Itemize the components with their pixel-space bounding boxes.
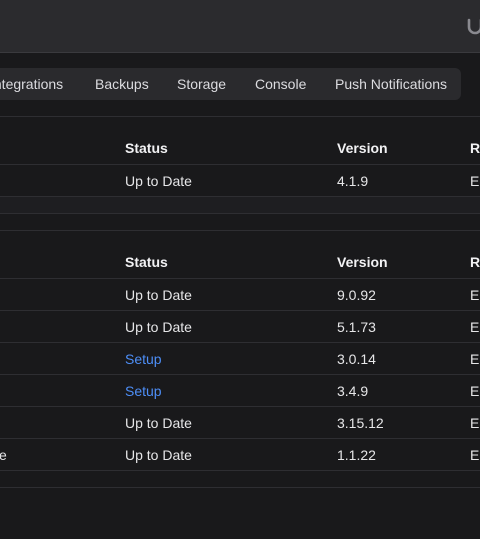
row-divider — [0, 470, 480, 471]
row-divider — [0, 342, 480, 343]
row-divider — [0, 374, 480, 375]
column-header-release[interactable]: Re — [470, 140, 480, 156]
column-header-release[interactable]: Re — [470, 254, 480, 270]
row-divider — [0, 438, 480, 439]
release-text: Ea — [470, 319, 480, 335]
row-divider — [0, 278, 480, 279]
status-text: Up to Date — [125, 447, 192, 463]
status-text: Up to Date — [125, 173, 192, 189]
settings-tab-bar: Integrations Backups Storage Console Pus… — [0, 68, 461, 100]
tab-console[interactable]: Console — [255, 68, 306, 100]
release-text: Ea — [470, 383, 480, 399]
status-text: Up to Date — [125, 319, 192, 335]
version-text: 3.0.14 — [337, 351, 376, 367]
tab-backups[interactable]: Backups — [95, 68, 149, 100]
section-divider — [0, 230, 480, 231]
ubiquiti-logo-icon[interactable] — [466, 17, 480, 35]
version-text: 4.1.9 — [337, 173, 369, 189]
status-text: Up to Date — [125, 415, 192, 431]
version-text: 5.1.73 — [337, 319, 376, 335]
release-text: Ea — [470, 447, 480, 463]
version-text: 9.0.92 — [337, 287, 376, 303]
row-divider — [0, 164, 480, 165]
section-divider — [0, 213, 480, 214]
column-header-status[interactable]: Status — [125, 254, 168, 270]
setup-link[interactable]: Setup — [125, 351, 162, 367]
version-text: 3.4.9 — [337, 383, 369, 399]
release-text: Ea — [470, 415, 480, 431]
version-text: 1.1.22 — [337, 447, 376, 463]
column-header-status[interactable]: Status — [125, 140, 168, 156]
column-header-version[interactable]: Version — [337, 254, 388, 270]
column-header-version[interactable]: Version — [337, 140, 388, 156]
row-divider — [0, 310, 480, 311]
row-divider — [0, 406, 480, 407]
top-bar — [0, 0, 480, 53]
release-text: Ea — [470, 173, 480, 189]
release-text: Ea — [470, 287, 480, 303]
section-divider — [0, 487, 480, 488]
tab-storage[interactable]: Storage — [177, 68, 226, 100]
tab-integrations[interactable]: Integrations — [0, 68, 63, 100]
name-text: e — [0, 447, 7, 463]
tab-push-notifications[interactable]: Push Notifications — [335, 68, 447, 100]
section-divider — [0, 116, 480, 117]
section-gap — [0, 197, 480, 213]
version-text: 3.15.12 — [337, 415, 384, 431]
release-text: Ea — [470, 351, 480, 367]
status-text: Up to Date — [125, 287, 192, 303]
setup-link[interactable]: Setup — [125, 383, 162, 399]
